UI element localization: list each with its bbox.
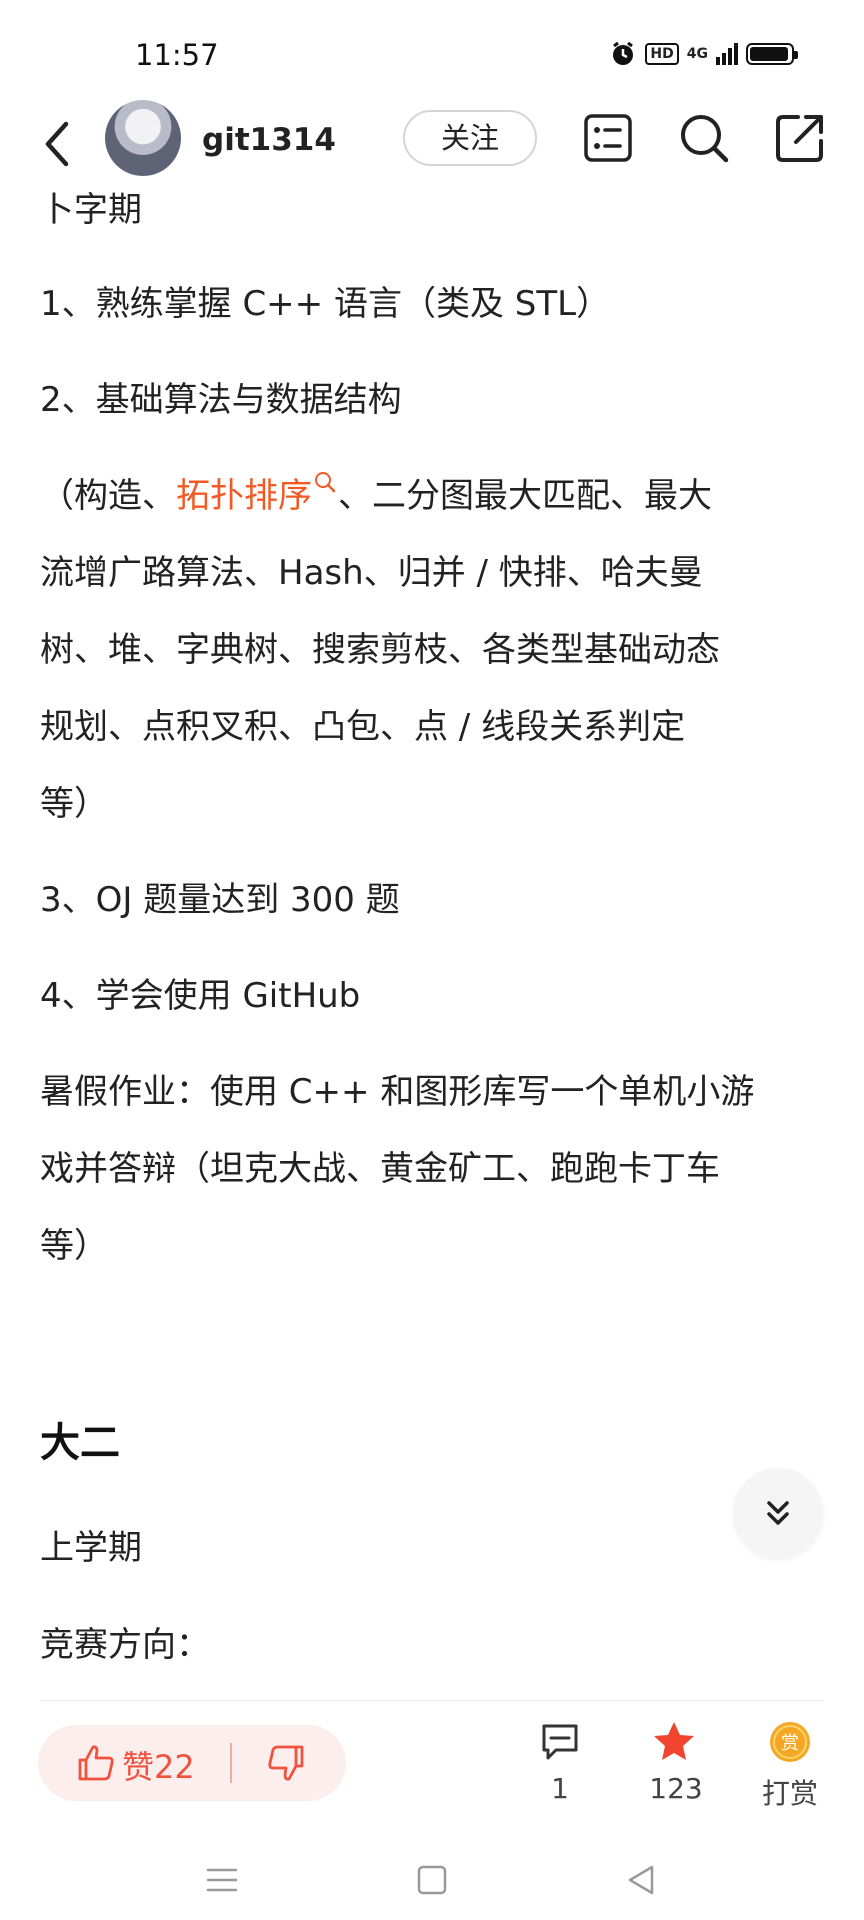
like-bar: 赞22 — [38, 1725, 346, 1801]
status-icons: HD 4G — [609, 40, 798, 68]
share-icon[interactable] — [772, 110, 828, 166]
topo-sort-link[interactable]: 拓扑排序 — [176, 471, 338, 516]
signal-icon — [716, 43, 738, 65]
term-label: 上学期 — [40, 1528, 142, 1568]
favorite-button[interactable]: 123 — [626, 1720, 726, 1805]
reward-icon: 赏 — [770, 1722, 810, 1762]
collapse-button[interactable] — [733, 1468, 823, 1558]
avatar[interactable] — [105, 100, 181, 176]
collapse-icon — [767, 1501, 789, 1525]
list-item-4: 4、学会使用 GitHub — [40, 976, 361, 1016]
status-bar: 11:57 HD 4G — [0, 0, 864, 100]
favorite-count: 123 — [649, 1772, 703, 1805]
alarm-icon — [609, 40, 637, 68]
like-separator — [230, 1743, 232, 1783]
thumb-down-icon[interactable] — [266, 1743, 306, 1783]
summer-line-1: 暑假作业：使用 C++ 和图形库写一个单机小游 — [40, 1072, 755, 1112]
algo-suffix: 、二分图最大匹配、最大 — [338, 476, 712, 516]
battery-icon — [746, 43, 798, 65]
menu-icon[interactable] — [200, 1858, 244, 1902]
author-username[interactable]: git1314 — [202, 122, 336, 158]
algo-line-4: 规划、点积叉积、凸包、点 / 线段关系判定 — [40, 707, 686, 747]
home-icon[interactable] — [410, 1858, 454, 1902]
list-item-2: 2、基础算法与数据结构 — [40, 380, 402, 420]
network-type: 4G — [686, 46, 708, 62]
comment-button[interactable]: 1 — [510, 1720, 610, 1805]
reward-label: 打赏 — [761, 1777, 818, 1810]
follow-button[interactable]: 关注 — [403, 110, 537, 166]
back-nav-icon[interactable] — [620, 1858, 664, 1902]
topo-sort-link-text[interactable]: 拓扑排序 — [176, 476, 312, 516]
list-item-3: 3、OJ 题量达到 300 题 — [40, 880, 400, 920]
partial-text-line: 卜字期 — [40, 190, 142, 230]
section-heading: 大二 — [40, 1420, 120, 1466]
algo-line-5: 等） — [40, 784, 108, 824]
summer-line-2: 戏并答辩（坦克大战、黄金矿工、跑跑卡丁车 — [40, 1149, 720, 1189]
summer-line-3: 等） — [40, 1226, 108, 1266]
algo-prefix: （构造、 — [40, 476, 176, 516]
thumb-up-icon[interactable] — [76, 1743, 116, 1783]
list-icon[interactable] — [580, 110, 636, 166]
reward-button[interactable]: 赏 打赏 — [740, 1720, 840, 1812]
algo-line-2: 流增广路算法、Hash、归并 / 快排、哈夫曼 — [40, 553, 703, 593]
algo-line-3: 树、堆、字典树、搜索剪枝、各类型基础动态 — [40, 630, 720, 670]
comment-count: 1 — [551, 1772, 569, 1805]
divider — [40, 1700, 824, 1701]
star-icon — [654, 1722, 700, 1760]
back-icon[interactable] — [36, 114, 76, 174]
reward-badge-text: 赏 — [781, 1733, 799, 1754]
search-icon[interactable] — [676, 110, 732, 166]
system-nav-bar — [0, 1840, 864, 1920]
like-count[interactable]: 赞22 — [122, 1742, 195, 1788]
list-item-1: 1、熟练掌握 C++ 语言（类及 STL） — [40, 284, 611, 324]
algo-line-1: （构造、拓扑排序 、二分图最大匹配、最大 — [40, 468, 712, 517]
comment-icon — [542, 1724, 578, 1760]
direction-label: 竞赛方向： — [40, 1625, 210, 1665]
hd-badge: HD — [645, 43, 679, 65]
status-time: 11:57 — [135, 38, 219, 72]
link-search-icon[interactable] — [312, 469, 338, 495]
